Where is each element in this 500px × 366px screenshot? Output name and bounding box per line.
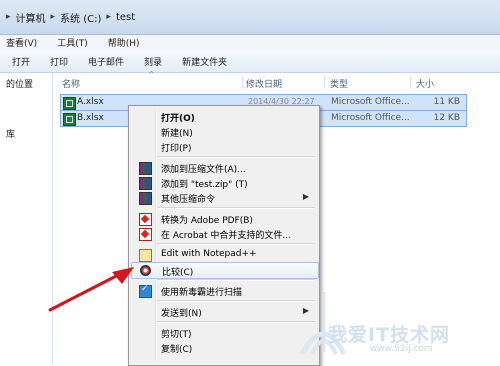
print-button[interactable]: 打印 (50, 55, 68, 68)
file-name: B.xlsx (77, 113, 104, 123)
menu-item-notepad[interactable]: Edit with Notepad++ (131, 247, 317, 262)
chevron-right-icon[interactable]: ▸ (106, 12, 111, 22)
menu-item-label: 转换为 Adobe PDF(B) (161, 216, 253, 226)
duba-icon (139, 284, 152, 298)
menu-item-label: 其他压缩命令 (161, 195, 216, 205)
menu-tools[interactable]: 工具(T) (57, 36, 88, 49)
menu-bar: 查看(V) 工具(T) 帮助(H) (0, 35, 500, 50)
breadcrumb: ▸ 计算机 ▸ 系统 (C:) ▸ test (6, 8, 135, 26)
open-button[interactable]: 打开 (12, 55, 30, 68)
menu-separator (157, 156, 315, 158)
file-type: Microsoft Office... (331, 97, 410, 107)
menu-item-label: 添加到 "test.zip" (T) (161, 180, 248, 190)
winrar-icon (139, 162, 152, 175)
column-header-type[interactable]: 类型 (330, 77, 348, 90)
file-name: A.xlsx (77, 97, 104, 107)
menu-help[interactable]: 帮助(H) (108, 36, 140, 49)
watermark: 我爱IT技术网 www.52ij.com (284, 284, 500, 364)
column-header-date[interactable]: 修改日期 (246, 77, 282, 90)
chevron-right-icon[interactable]: ▸ (51, 12, 56, 22)
pdf-icon (139, 228, 152, 241)
menu-item-label: Edit with Notepad++ (161, 249, 257, 259)
submenu-arrow-icon: ▶ (302, 192, 309, 201)
menu-item-label: 使用新毒霸进行扫描 (161, 288, 243, 298)
menu-item-other-compress[interactable]: 其他压缩命令 ▶ (131, 190, 317, 205)
watermark-url: www.52ij.com (370, 344, 433, 354)
beyond-compare-icon (140, 265, 151, 276)
column-divider[interactable] (242, 75, 243, 89)
menu-item-label: 打印(P) (161, 144, 192, 154)
email-button[interactable]: 电子邮件 (88, 55, 124, 68)
sort-chevron-icon: ^ (148, 70, 155, 79)
chevron-right-icon[interactable]: ▸ (6, 12, 11, 22)
breadcrumb-item-folder[interactable]: test (116, 12, 135, 23)
menu-item-open[interactable]: 打开(O) (131, 109, 317, 124)
file-size: 12 KB (433, 113, 460, 123)
menu-item-new[interactable]: 新建(N) (131, 124, 317, 139)
pdf-icon (139, 213, 152, 226)
menu-separator (157, 243, 315, 245)
menu-item-label: 添加到压缩文件(A)... (161, 165, 246, 175)
file-type: Microsoft Office... (331, 113, 410, 123)
menu-item-label: 剪切(T) (161, 330, 192, 340)
column-divider[interactable] (324, 75, 325, 89)
column-divider[interactable] (410, 75, 411, 89)
address-bar[interactable]: ▸ 计算机 ▸ 系统 (C:) ▸ test (0, 0, 500, 35)
menu-item-add-to-archive[interactable]: 添加到压缩文件(A)... (131, 160, 317, 175)
breadcrumb-item-computer[interactable]: 计算机 (16, 10, 46, 25)
menu-separator (157, 279, 315, 281)
navigation-pane: 的位置 库 (0, 73, 53, 364)
excel-file-icon (63, 113, 76, 126)
menu-item-label: 发送到(N) (161, 309, 202, 319)
menu-item-label: 比较(C) (162, 268, 194, 278)
watermark-text: 我爱IT技术网 (328, 324, 451, 346)
menu-item-compare[interactable]: 比较(C) (131, 262, 319, 279)
menu-item-label: 在 Acrobat 中合并支持的文件... (161, 231, 292, 241)
column-header-name[interactable]: 名称 (62, 77, 80, 90)
menu-item-acrobat-combine[interactable]: 在 Acrobat 中合并支持的文件... (131, 226, 317, 241)
burn-button[interactable]: 刻录 (144, 55, 162, 68)
menu-item-add-to-zip[interactable]: 添加到 "test.zip" (T) (131, 175, 317, 190)
command-bar: 打开 打印 电子邮件 刻录 新建文件夹 (0, 50, 500, 73)
file-size: 11 KB (433, 97, 460, 107)
column-header-size[interactable]: 大小 (416, 77, 434, 90)
winrar-icon (139, 192, 152, 205)
menu-item-label: 新建(N) (161, 129, 193, 139)
annotation-arrow (48, 267, 134, 312)
menu-item-label: 复制(C) (161, 345, 193, 355)
column-headers: 名称 修改日期 类型 大小 (54, 73, 500, 91)
breadcrumb-item-drive[interactable]: 系统 (C:) (60, 10, 101, 25)
notepad-icon (139, 249, 152, 262)
new-folder-button[interactable]: 新建文件夹 (182, 55, 227, 68)
menu-item-label: 打开(O) (161, 114, 195, 124)
nav-item-libraries[interactable]: 库 (6, 127, 15, 140)
winrar-icon (139, 177, 152, 190)
menu-item-convert-pdf[interactable]: 转换为 Adobe PDF(B) (131, 211, 317, 226)
excel-file-icon (63, 97, 76, 110)
menu-item-print[interactable]: 打印(P) (131, 139, 317, 154)
menu-separator (157, 207, 315, 209)
menu-view[interactable]: 查看(V) (6, 36, 37, 49)
nav-item-places[interactable]: 的位置 (6, 77, 33, 90)
